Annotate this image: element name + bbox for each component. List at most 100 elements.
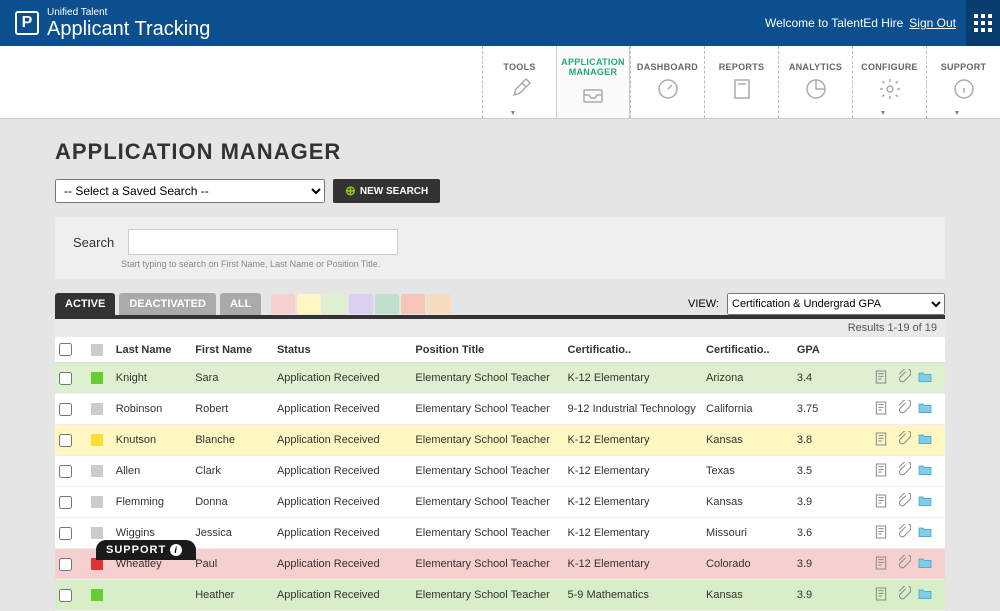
row-flag[interactable] — [91, 434, 103, 446]
col-lastname[interactable]: Last Name — [112, 337, 191, 363]
cell-cert1: 9-12 Industrial Technology — [564, 394, 702, 425]
powerschool-logo: P — [15, 11, 39, 35]
info-icon: i — [170, 544, 182, 556]
saved-search-row: -- Select a Saved Search -- ⊕ NEW SEARCH — [55, 179, 945, 203]
table-row[interactable]: FlemmingDonnaApplication ReceivedElement… — [55, 487, 945, 518]
document-icon[interactable] — [873, 400, 889, 418]
paperclip-icon[interactable] — [895, 524, 911, 542]
cell-cert2: Missouri — [702, 518, 793, 549]
nav-support[interactable]: SUPPORT ▼ — [926, 46, 1000, 118]
paperclip-icon[interactable] — [895, 493, 911, 511]
row-flag[interactable] — [91, 527, 103, 539]
paperclip-icon[interactable] — [895, 462, 911, 480]
apps-grid-icon[interactable] — [966, 0, 1000, 46]
page-title: APPLICATION MANAGER — [55, 139, 945, 165]
row-checkbox[interactable] — [59, 465, 72, 478]
cell-firstname: Paul — [191, 549, 273, 580]
cell-title: Elementary School Teacher — [411, 456, 563, 487]
row-checkbox[interactable] — [59, 372, 72, 385]
folder-icon[interactable] — [917, 524, 933, 542]
nav-analytics[interactable]: ANALYTICS — [778, 46, 852, 118]
new-search-button[interactable]: ⊕ NEW SEARCH — [333, 179, 440, 203]
color-swatch[interactable] — [349, 294, 373, 314]
color-swatch[interactable] — [297, 294, 321, 314]
col-firstname[interactable]: First Name — [191, 337, 273, 363]
row-checkbox[interactable] — [59, 589, 72, 602]
row-flag[interactable] — [91, 589, 103, 601]
folder-icon[interactable] — [917, 462, 933, 480]
table-row[interactable]: HeatherApplication ReceivedElementary Sc… — [55, 580, 945, 611]
nav-appmgr-label: APPLICATIONMANAGER — [561, 58, 625, 78]
tab-deactivated[interactable]: DEACTIVATED — [119, 293, 216, 315]
table-row[interactable]: AllenClarkApplication ReceivedElementary… — [55, 456, 945, 487]
table-row[interactable]: RobinsonRobertApplication ReceivedElemen… — [55, 394, 945, 425]
col-cert1[interactable]: Certificatio.. — [564, 337, 702, 363]
document-icon[interactable] — [873, 462, 889, 480]
nav-app-manager[interactable]: APPLICATIONMANAGER — [556, 46, 630, 118]
saved-search-select[interactable]: -- Select a Saved Search -- — [55, 179, 325, 203]
cell-firstname: Jessica — [191, 518, 273, 549]
col-title[interactable]: Position Title — [411, 337, 563, 363]
document-icon[interactable] — [873, 586, 889, 604]
nav-configure[interactable]: CONFIGURE ▼ — [852, 46, 926, 118]
col-gpa[interactable]: GPA — [793, 337, 843, 363]
view-select[interactable]: Certification & Undergrad GPA — [727, 293, 945, 315]
sign-out-link[interactable]: Sign Out — [909, 16, 956, 30]
nav-dashboard[interactable]: DASHBOARD — [630, 46, 704, 118]
cell-gpa: 3.6 — [793, 518, 843, 549]
nav-reports[interactable]: REPORTS — [704, 46, 778, 118]
cell-title: Elementary School Teacher — [411, 394, 563, 425]
cell-gpa: 3.75 — [793, 394, 843, 425]
document-icon[interactable] — [873, 524, 889, 542]
cell-title: Elementary School Teacher — [411, 518, 563, 549]
paperclip-icon[interactable] — [895, 369, 911, 387]
row-checkbox[interactable] — [59, 496, 72, 509]
paperclip-icon[interactable] — [895, 555, 911, 573]
cell-gpa: 3.5 — [793, 456, 843, 487]
row-flag[interactable] — [91, 372, 103, 384]
document-icon[interactable] — [873, 369, 889, 387]
select-all-checkbox[interactable] — [59, 343, 72, 356]
color-swatch[interactable] — [323, 294, 347, 314]
cell-cert2: Kansas — [702, 425, 793, 456]
nav-support-label: SUPPORT — [941, 63, 987, 73]
folder-icon[interactable] — [917, 369, 933, 387]
cell-cert2: Texas — [702, 456, 793, 487]
folder-icon[interactable] — [917, 586, 933, 604]
document-icon[interactable] — [873, 555, 889, 573]
pie-icon — [804, 77, 828, 101]
row-checkbox[interactable] — [59, 434, 72, 447]
paperclip-icon[interactable] — [895, 431, 911, 449]
search-input[interactable] — [128, 229, 398, 255]
folder-icon[interactable] — [917, 493, 933, 511]
cell-cert2: Kansas — [702, 487, 793, 518]
table-row[interactable]: KnightSaraApplication ReceivedElementary… — [55, 363, 945, 394]
color-swatch[interactable] — [401, 294, 425, 314]
folder-icon[interactable] — [917, 400, 933, 418]
document-icon[interactable] — [873, 493, 889, 511]
app-name: Applicant Tracking — [47, 18, 210, 40]
tab-active[interactable]: ACTIVE — [55, 293, 115, 315]
search-hint: Start typing to search on First Name, La… — [121, 259, 927, 269]
cell-gpa: 3.9 — [793, 580, 843, 611]
nav-tools[interactable]: TOOLS ▼ — [482, 46, 556, 118]
row-flag[interactable] — [91, 496, 103, 508]
row-flag[interactable] — [91, 465, 103, 477]
table-row[interactable]: KnutsonBlancheApplication ReceivedElemen… — [55, 425, 945, 456]
color-swatch[interactable] — [375, 294, 399, 314]
col-status[interactable]: Status — [273, 337, 411, 363]
color-swatch[interactable] — [271, 294, 295, 314]
row-checkbox[interactable] — [59, 527, 72, 540]
row-checkbox[interactable] — [59, 403, 72, 416]
tab-all[interactable]: ALL — [220, 293, 261, 315]
document-icon[interactable] — [873, 431, 889, 449]
paperclip-icon[interactable] — [895, 400, 911, 418]
folder-icon[interactable] — [917, 431, 933, 449]
row-checkbox[interactable] — [59, 558, 72, 571]
row-flag[interactable] — [91, 403, 103, 415]
paperclip-icon[interactable] — [895, 586, 911, 604]
color-swatch[interactable] — [427, 294, 451, 314]
support-pill[interactable]: SUPPORT i — [96, 540, 196, 560]
col-cert2[interactable]: Certificatio.. — [702, 337, 793, 363]
folder-icon[interactable] — [917, 555, 933, 573]
